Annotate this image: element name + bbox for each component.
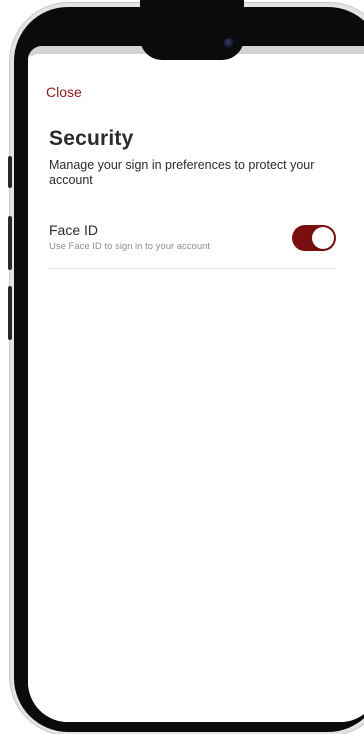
setting-description: Use Face ID to sign in to your account [49,241,211,252]
page-subtitle: Manage your sign in preferences to prote… [49,158,315,187]
phone-screen: Close Security Manage your sign in prefe… [28,46,364,722]
setting-title: Face ID [49,222,99,238]
face-id-toggle[interactable] [292,225,336,251]
close-button[interactable]: Close [46,84,82,100]
security-sheet: Close Security Manage your sign in prefe… [28,54,364,722]
side-button-volume-down [8,286,12,340]
toggle-knob [312,227,334,249]
side-button-silent [8,156,12,188]
side-button-volume-up [8,216,12,270]
page-title: Security [49,127,134,150]
setting-row-face-id: Face ID Use Face ID to sign in to your a… [49,222,336,269]
phone-notch [140,0,244,60]
camera-icon [224,38,234,48]
app-stage: Close Security Manage your sign in prefe… [0,0,364,734]
